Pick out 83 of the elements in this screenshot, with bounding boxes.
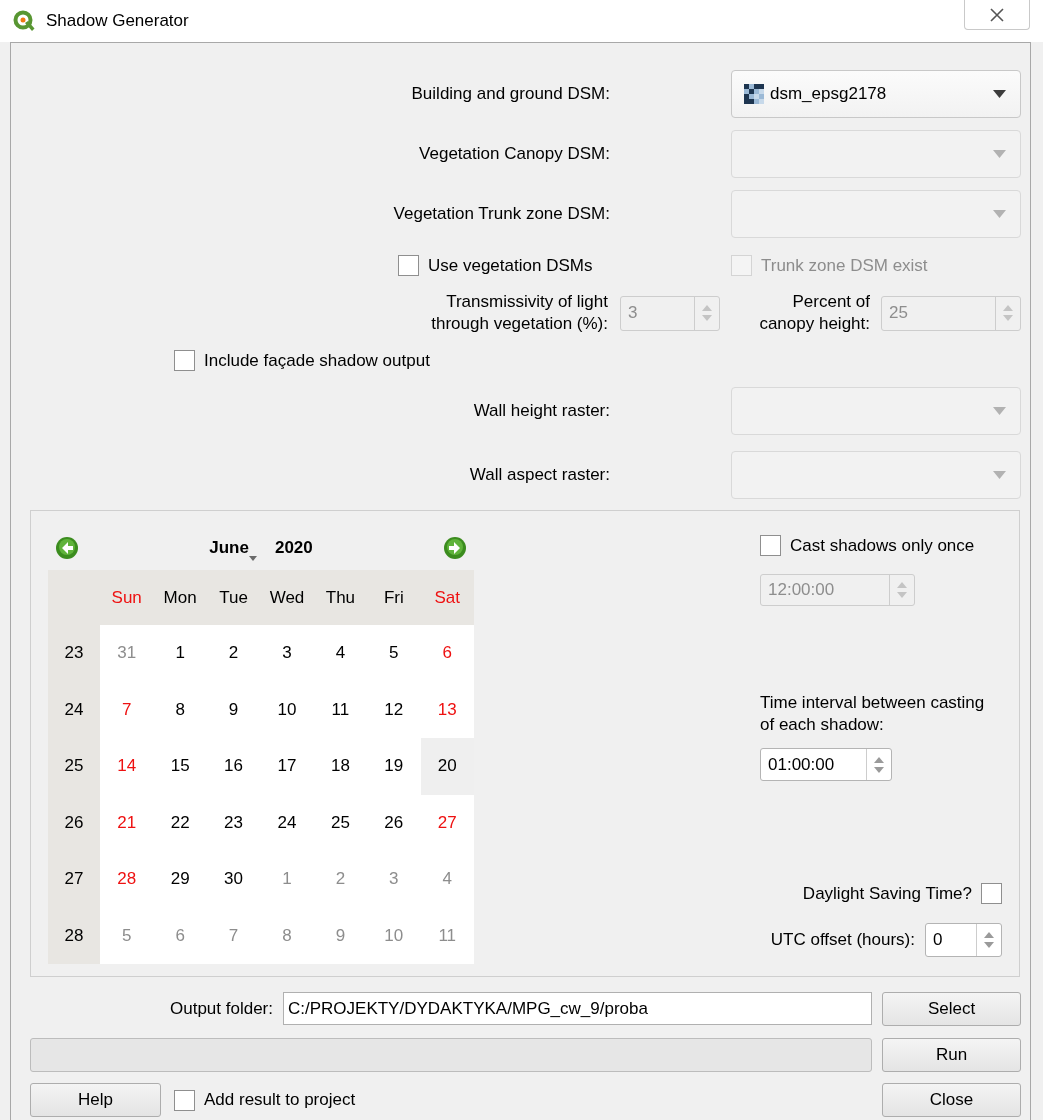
week-number: 27 [48, 851, 100, 908]
day-cell[interactable]: 12 [367, 681, 421, 738]
day-cell[interactable]: 1 [153, 625, 207, 682]
week-number: 24 [48, 681, 100, 738]
weekday-header: Sun [100, 570, 154, 625]
day-cell[interactable]: 2 [206, 625, 261, 682]
checkbox-label: Daylight Saving Time? [802, 883, 972, 904]
day-cell[interactable]: 27 [420, 794, 474, 851]
day-cell[interactable]: 19 [367, 738, 421, 795]
weekday-header: Thu [313, 570, 368, 625]
field-label: Building and ground DSM: [410, 83, 610, 105]
dropdown[interactable]: dsm_epsg2178 [731, 70, 1021, 118]
spin-box[interactable]: 0 [925, 923, 1002, 957]
day-cell[interactable]: 30 [206, 851, 261, 908]
day-cell[interactable]: 3 [260, 625, 314, 682]
day-cell[interactable]: 6 [420, 625, 474, 682]
checkbox[interactable] [760, 535, 781, 556]
dropdown-arrow-icon[interactable] [993, 90, 1006, 98]
field-label: Transmissivity of light through vegetation (%): [430, 291, 608, 335]
field-label: Wall height raster: [472, 400, 610, 422]
day-cell[interactable]: 21 [100, 794, 154, 851]
day-cell[interactable]: 17 [260, 738, 314, 795]
day-cell[interactable]: 18 [313, 738, 368, 795]
day-cell[interactable]: 5 [367, 625, 421, 682]
field-label: Wall aspect raster: [468, 464, 610, 486]
checkbox[interactable] [174, 1089, 195, 1111]
year-label[interactable]: 2020 [274, 538, 313, 558]
field-label: Vegetation Trunk zone DSM: [392, 203, 610, 225]
spin-arrows-icon[interactable] [983, 930, 995, 950]
help-button[interactable]: Help [30, 1083, 161, 1117]
weekday-header: Sat [420, 570, 474, 625]
weekday-header: Wed [260, 570, 314, 625]
day-cell[interactable]: 8 [153, 681, 207, 738]
checkbox-label: Use vegetation DSMs [428, 255, 593, 276]
week-number: 28 [48, 907, 100, 964]
close-icon [990, 7, 1004, 22]
week-number: 23 [48, 625, 100, 682]
day-cell[interactable]: 13 [420, 681, 474, 738]
field-label: Vegetation Canopy DSM: [418, 143, 610, 165]
day-cell[interactable]: 26 [367, 794, 421, 851]
previous-month-button[interactable] [55, 536, 79, 560]
checkbox-label: Include façade shadow output [204, 350, 430, 371]
day-cell[interactable]: 7 [100, 681, 154, 738]
day-cell[interactable]: 15 [153, 738, 207, 795]
field-label: UTC offset (hours): [770, 930, 915, 950]
day-cell[interactable]: 11 [313, 681, 368, 738]
week-number: 26 [48, 794, 100, 851]
month-dropdown[interactable]: June [209, 538, 257, 558]
day-cell[interactable]: 4 [313, 625, 368, 682]
next-month-button[interactable] [443, 536, 467, 560]
caret-icon [248, 556, 257, 561]
close-button[interactable]: Close [882, 1083, 1021, 1117]
day-cell[interactable]: 22 [153, 794, 207, 851]
checkbox[interactable] [398, 255, 419, 276]
checkbox[interactable] [174, 350, 195, 371]
spin-box[interactable]: 01:00:00 [760, 748, 892, 781]
checkbox[interactable] [981, 883, 1002, 904]
day-cell[interactable]: 9 [206, 681, 261, 738]
run-button[interactable]: Run [882, 1038, 1021, 1072]
day-cell[interactable]: 25 [313, 794, 368, 851]
raster-layer-icon [744, 84, 764, 104]
day-cell[interactable]: 24 [260, 794, 314, 851]
field-label: Output folder: [169, 997, 273, 1020]
weekday-header: Tue [206, 570, 261, 625]
app-logo-icon [13, 10, 35, 32]
field-label: Percent of canopy height: [758, 291, 870, 335]
day-cell[interactable]: 28 [100, 851, 154, 908]
week-number: 25 [48, 738, 100, 795]
day-cell[interactable]: 23 [206, 794, 261, 851]
day-cell[interactable]: 16 [206, 738, 261, 795]
day-cell[interactable]: 14 [100, 738, 154, 795]
field-label: Time interval between casting of each shadow: [760, 692, 986, 736]
output-folder-field[interactable]: C:/PROJEKTY/DYDAKTYKA/MPG_cw_9/proba [283, 992, 872, 1025]
window-title: Shadow Generator [46, 11, 189, 31]
checkbox-label: Trunk zone DSM exist [761, 255, 928, 276]
weekday-header: Fri [367, 570, 421, 625]
day-cell[interactable]: 10 [260, 681, 314, 738]
window-close-button[interactable] [964, 0, 1030, 30]
checkbox-label: Cast shadows only once [790, 535, 975, 556]
weekday-header: Mon [153, 570, 207, 625]
day-cell[interactable]: 29 [153, 851, 207, 908]
select-button[interactable]: Select [882, 991, 1021, 1026]
checkbox-label: Add result to project [204, 1090, 356, 1110]
